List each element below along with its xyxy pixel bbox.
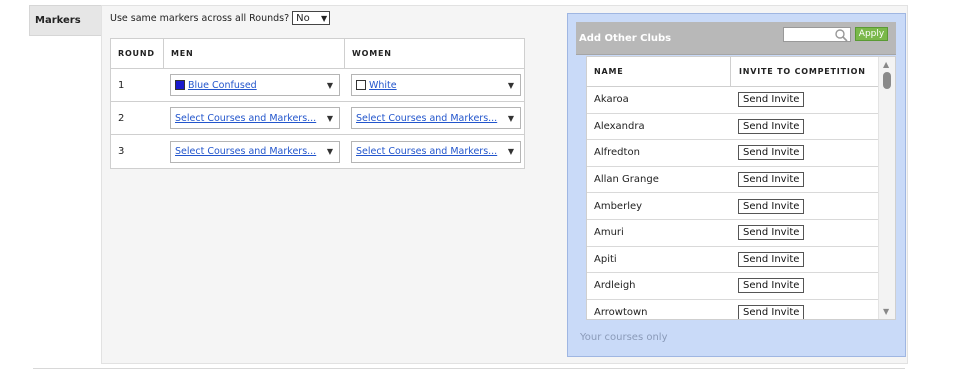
invite-cell: Send Invite xyxy=(730,114,895,140)
round-row: 1 Blue Confused ▼ White ▼ xyxy=(111,69,524,102)
women-marker-select[interactable]: Select Courses and Markers... ▼ xyxy=(351,140,521,163)
round-number: 1 xyxy=(118,79,125,91)
invite-cell: Send Invite xyxy=(730,167,895,193)
club-panel-header: Add Other Clubs Apply xyxy=(576,22,896,55)
send-invite-button[interactable]: Send Invite xyxy=(738,251,805,267)
chevron-down-icon: ▼ xyxy=(507,80,514,90)
chevron-down-icon: ▼ xyxy=(321,13,328,23)
men-marker-select[interactable]: Blue Confused ▼ xyxy=(170,74,340,96)
divider xyxy=(33,368,905,369)
club-row: Amberley Send Invite xyxy=(587,193,895,220)
invite-cell: Send Invite xyxy=(730,220,895,246)
club-name: Akaroa xyxy=(594,94,629,106)
scroll-up-icon[interactable]: ▲ xyxy=(883,60,889,69)
men-cell: Select Courses and Markers... ▼ xyxy=(163,135,344,168)
men-cell: Select Courses and Markers... ▼ xyxy=(163,102,344,134)
women-marker-link[interactable]: Select Courses and Markers... xyxy=(356,113,504,124)
club-panel-title: Add Other Clubs xyxy=(579,33,672,44)
marker-color-swatch xyxy=(356,80,366,90)
men-marker-link[interactable]: Blue Confused xyxy=(188,80,323,91)
men-marker-select[interactable]: Select Courses and Markers... ▼ xyxy=(170,140,340,163)
tab-markers[interactable]: Markers xyxy=(29,5,101,36)
club-name: Apiti xyxy=(594,253,617,265)
send-invite-button[interactable]: Send Invite xyxy=(738,172,805,188)
rounds-table: ROUND MEN WOMEN 1 Blue Confused ▼ White ▼ 2 Se… xyxy=(110,38,525,169)
header-women: WOMEN xyxy=(344,39,524,68)
header-men: MEN xyxy=(163,39,344,68)
clubs-table: NAME INVITE TO COMPETITION Akaroa Send In… xyxy=(586,56,896,320)
club-search-input[interactable] xyxy=(783,27,851,42)
club-row: Alfredton Send Invite xyxy=(587,140,895,167)
round-row: 3 Select Courses and Markers... ▼ Select Co… xyxy=(111,135,524,168)
club-name: Allan Grange xyxy=(594,174,659,186)
header-invite: INVITE TO COMPETITION xyxy=(730,57,895,86)
invite-cell: Send Invite xyxy=(730,273,895,299)
club-name: Amuri xyxy=(594,227,624,239)
rounds-header: ROUND MEN WOMEN xyxy=(111,39,524,69)
same-markers-label: Use same markers across all Rounds? xyxy=(110,12,290,24)
chevron-down-icon: ▼ xyxy=(326,80,333,90)
send-invite-button[interactable]: Send Invite xyxy=(738,198,805,214)
send-invite-button[interactable]: Send Invite xyxy=(738,225,805,241)
club-row: Alexandra Send Invite xyxy=(587,114,895,141)
invite-cell: Send Invite xyxy=(730,300,895,319)
club-name: Alfredton xyxy=(594,147,640,159)
club-name: Alexandra xyxy=(594,120,645,132)
send-invite-button[interactable]: Send Invite xyxy=(738,278,805,294)
men-marker-link[interactable]: Select Courses and Markers... xyxy=(175,146,323,157)
club-name: Ardleigh xyxy=(594,280,636,292)
women-cell: Select Courses and Markers... ▼ xyxy=(344,135,524,168)
round-number: 3 xyxy=(118,146,125,157)
scroll-down-icon[interactable]: ▼ xyxy=(883,307,889,316)
send-invite-button[interactable]: Send Invite xyxy=(738,145,805,161)
club-row: Apiti Send Invite xyxy=(587,247,895,274)
club-row: Ardleigh Send Invite xyxy=(587,273,895,300)
club-row: Amuri Send Invite xyxy=(587,220,895,247)
invite-cell: Send Invite xyxy=(730,87,895,113)
women-marker-select[interactable]: White ▼ xyxy=(351,74,521,96)
same-markers-value: No xyxy=(296,12,310,24)
women-marker-select[interactable]: Select Courses and Markers... ▼ xyxy=(351,107,521,129)
round-row: 2 Select Courses and Markers... ▼ Select Co… xyxy=(111,102,524,135)
header-name: NAME xyxy=(594,67,624,76)
marker-color-swatch xyxy=(175,80,185,90)
women-marker-link[interactable]: Select Courses and Markers... xyxy=(356,146,504,157)
same-markers-row: Use same markers across all Rounds? No ▼ xyxy=(110,11,331,25)
chevron-down-icon: ▼ xyxy=(326,147,333,156)
scrollbar-thumb[interactable] xyxy=(883,72,891,89)
women-cell: White ▼ xyxy=(344,69,524,101)
your-courses-only-link[interactable]: Your courses only xyxy=(580,332,668,343)
invite-cell: Send Invite xyxy=(730,193,895,219)
club-row: Allan Grange Send Invite xyxy=(587,167,895,194)
send-invite-button[interactable]: Send Invite xyxy=(738,118,805,134)
club-name: Amberley xyxy=(594,200,643,212)
add-other-clubs-panel: Add Other Clubs Apply NAME INVITE TO COM… xyxy=(567,13,906,357)
chevron-down-icon: ▼ xyxy=(326,113,333,123)
round-number: 2 xyxy=(118,112,125,124)
header-round: ROUND xyxy=(118,49,155,58)
men-marker-link[interactable]: Select Courses and Markers... xyxy=(175,113,323,124)
send-invite-button[interactable]: Send Invite xyxy=(738,305,805,319)
send-invite-button[interactable]: Send Invite xyxy=(738,92,805,108)
chevron-down-icon: ▼ xyxy=(507,147,514,156)
club-name: Arrowtown xyxy=(594,307,648,319)
search-icon[interactable] xyxy=(834,28,848,42)
club-row: Akaroa Send Invite xyxy=(587,87,895,114)
women-cell: Select Courses and Markers... ▼ xyxy=(344,102,524,134)
invite-cell: Send Invite xyxy=(730,247,895,273)
apply-button[interactable]: Apply xyxy=(855,27,888,41)
clubs-scrollbar[interactable]: ▲ ▼ xyxy=(878,57,895,319)
invite-cell: Send Invite xyxy=(730,140,895,166)
women-marker-link[interactable]: White xyxy=(369,80,504,91)
men-cell: Blue Confused ▼ xyxy=(163,69,344,101)
same-markers-select[interactable]: No ▼ xyxy=(292,11,331,25)
chevron-down-icon: ▼ xyxy=(507,113,514,123)
men-marker-select[interactable]: Select Courses and Markers... ▼ xyxy=(170,107,340,129)
club-row: Arrowtown Send Invite xyxy=(587,300,895,319)
clubs-table-header: NAME INVITE TO COMPETITION xyxy=(587,57,895,87)
